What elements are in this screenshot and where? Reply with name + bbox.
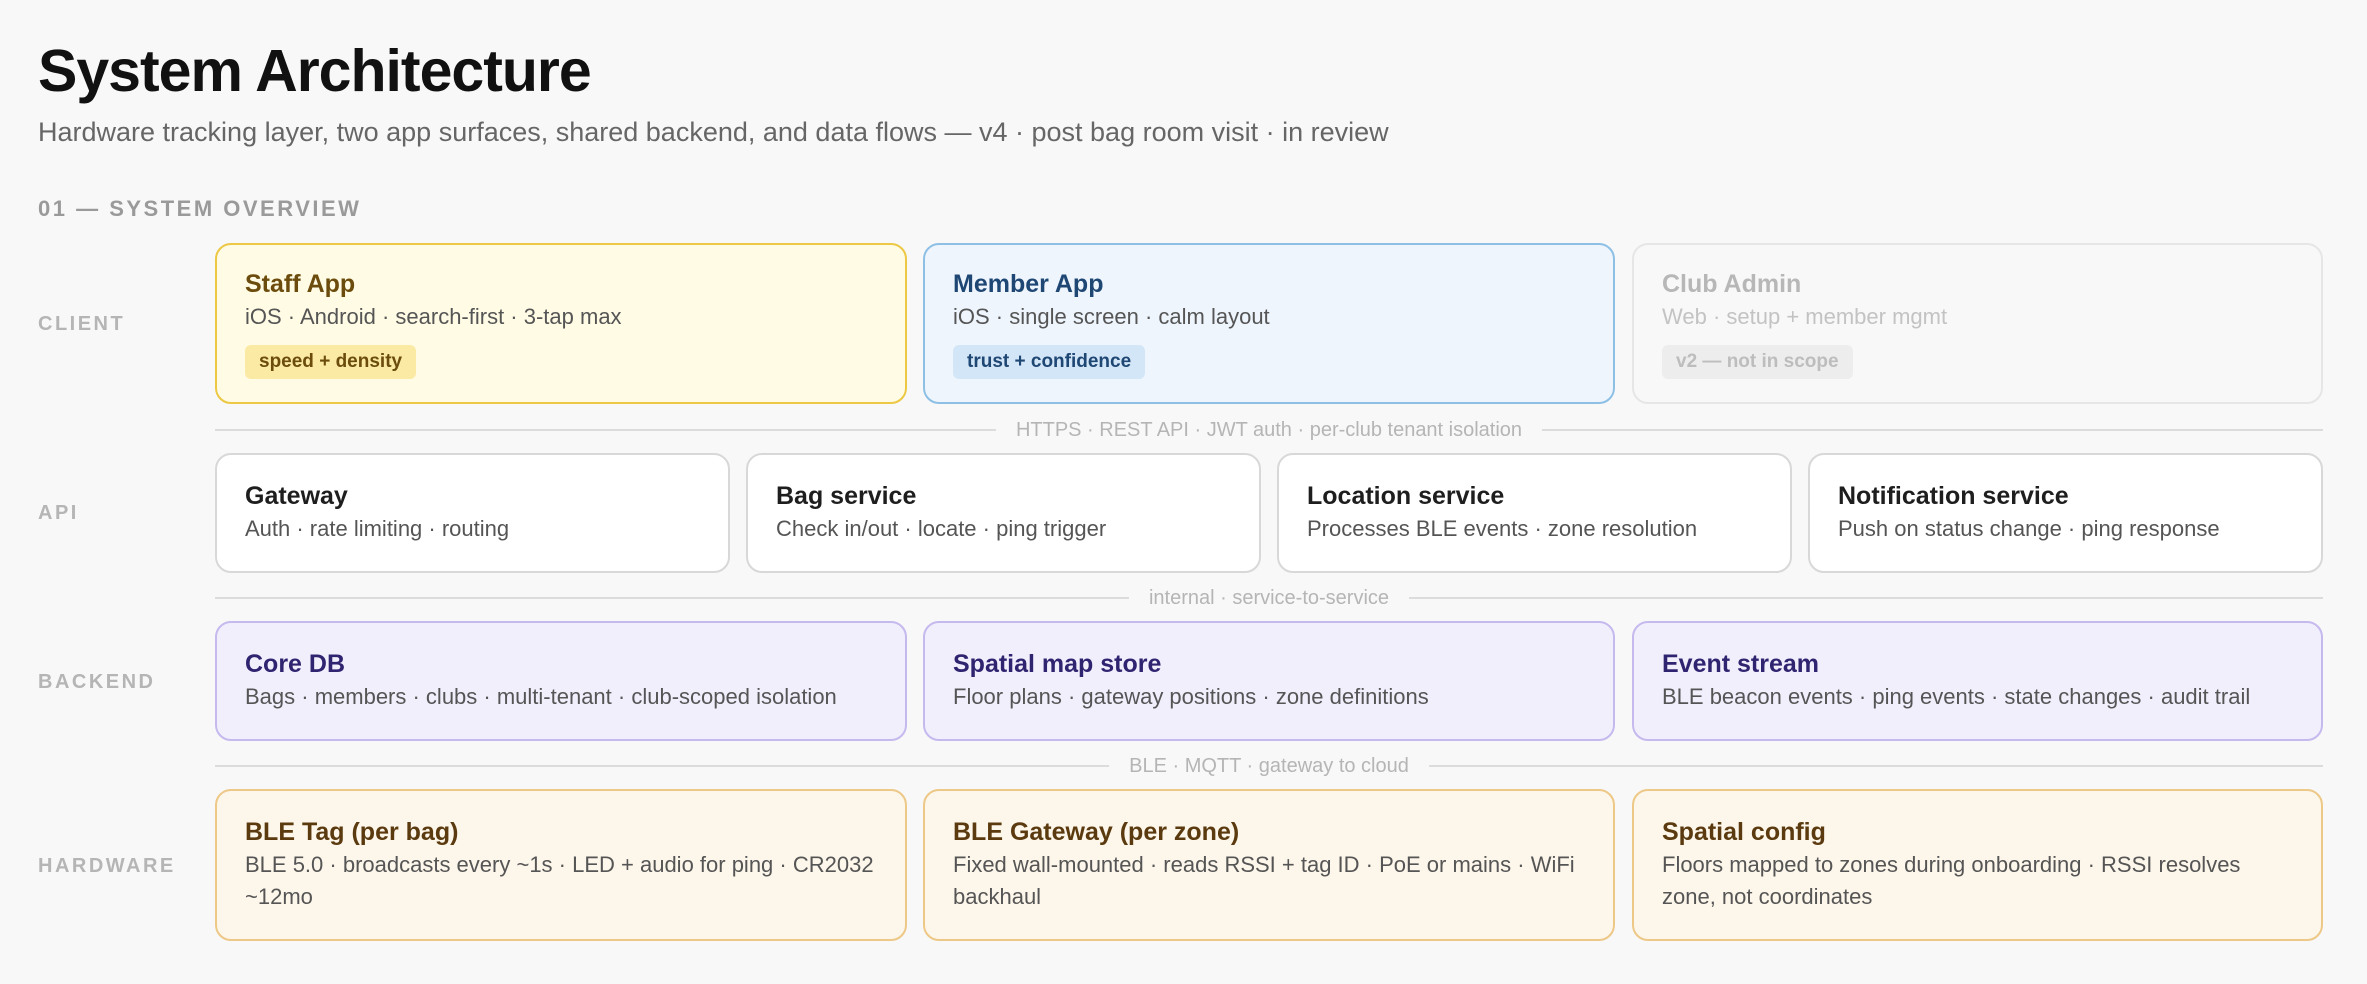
event-stream-title: Event stream [1662, 650, 1820, 678]
member-app-description: iOS · single screen · calm layout [953, 304, 1270, 329]
bag-service-description: Check in/out · locate · ping trigger [776, 516, 1107, 541]
notification-service-description: Push on status change · ping response [1838, 516, 2220, 541]
ble-tag-title: BLE Tag (per bag) [245, 818, 459, 846]
gateway-title: Gateway [245, 482, 348, 510]
connector-api-backend: internal · service-to-service [215, 583, 2323, 613]
section-heading: 01 — SYSTEM OVERVIEW [38, 196, 362, 221]
layer-label-backend: BACKEND [38, 671, 156, 693]
connector-label: BLE · MQTT · gateway to cloud [1109, 751, 1429, 781]
ble-gateway-box: BLE Gateway (per zone) Fixed wall-mounte… [923, 789, 1615, 941]
gateway-service-box: Gateway Auth · rate limiting · routing [215, 453, 730, 573]
staff-app-box: Staff App iOS · Android · search-first ·… [215, 243, 907, 404]
ble-gateway-description: Fixed wall-mounted · reads RSSI + tag ID… [953, 852, 1575, 909]
page-title: System Architecture [38, 38, 592, 104]
notification-service-title: Notification service [1838, 482, 2069, 510]
spatial-config-title: Spatial config [1662, 818, 1826, 846]
location-service-title: Location service [1307, 482, 1505, 510]
spatial-map-store-description: Floor plans · gateway positions · zone d… [953, 684, 1429, 709]
layer-label-client: CLIENT [38, 313, 126, 335]
spatial-config-box: Spatial config Floors mapped to zones du… [1632, 789, 2323, 941]
event-stream-description: BLE beacon events · ping events · state … [1662, 684, 2251, 709]
core-db-box: Core DB Bags · members · clubs · multi-t… [215, 621, 907, 741]
spatial-config-description: Floors mapped to zones during onboarding… [1662, 852, 2241, 909]
gateway-description: Auth · rate limiting · routing [245, 516, 510, 541]
member-app-title: Member App [953, 270, 1104, 298]
connector-label: HTTPS · REST API · JWT auth · per-club t… [995, 415, 1543, 445]
staff-app-description: iOS · Android · search-first · 3-tap max [245, 304, 622, 329]
staff-app-tag: speed + density [245, 345, 417, 379]
connector-label: internal · service-to-service [1128, 583, 1410, 613]
bag-service-title: Bag service [776, 482, 917, 510]
ble-gateway-title: BLE Gateway (per zone) [953, 818, 1240, 846]
member-app-tag: trust + confidence [953, 345, 1146, 379]
layer-label-hardware: HARDWARE [38, 855, 176, 877]
layer-label-api: API [38, 502, 79, 524]
core-db-title: Core DB [245, 650, 346, 678]
notification-service-box: Notification service Push on status chan… [1808, 453, 2323, 573]
connector-backend-hardware: BLE · MQTT · gateway to cloud [215, 751, 2323, 781]
page-subtitle: Hardware tracking layer, two app surface… [38, 117, 1389, 147]
location-service-box: Location service Processes BLE events · … [1277, 453, 1792, 573]
club-admin-description: Web · setup + member mgmt [1662, 304, 1948, 329]
core-db-description: Bags · members · clubs · multi-tenant · … [245, 684, 837, 709]
club-admin-tag: v2 — not in scope [1662, 345, 1853, 379]
bag-service-box: Bag service Check in/out · locate · ping… [746, 453, 1261, 573]
ble-tag-box: BLE Tag (per bag) BLE 5.0 · broadcasts e… [215, 789, 907, 941]
member-app-box: Member App iOS · single screen · calm la… [923, 243, 1615, 404]
ble-tag-description: BLE 5.0 · broadcasts every ~1s · LED + a… [245, 852, 874, 909]
club-admin-box: Club Admin Web · setup + member mgmt v2 … [1632, 243, 2323, 404]
location-service-description: Processes BLE events · zone resolution [1307, 516, 1698, 541]
spatial-map-store-box: Spatial map store Floor plans · gateway … [923, 621, 1615, 741]
spatial-map-store-title: Spatial map store [953, 650, 1162, 678]
club-admin-title: Club Admin [1662, 270, 1802, 298]
connector-client-api: HTTPS · REST API · JWT auth · per-club t… [215, 415, 2323, 445]
event-stream-box: Event stream BLE beacon events · ping ev… [1632, 621, 2323, 741]
staff-app-title: Staff App [245, 270, 356, 298]
